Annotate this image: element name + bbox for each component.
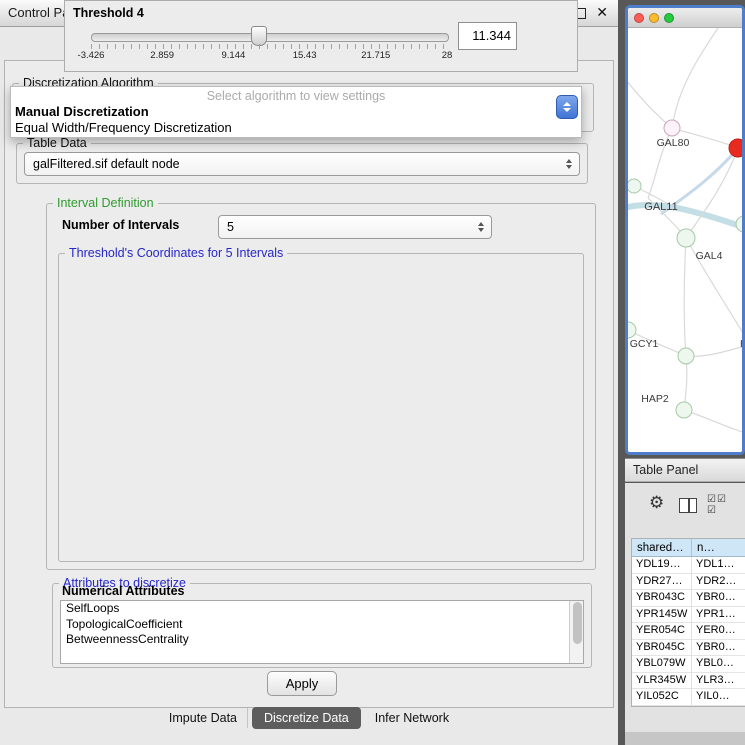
tab-impute-data[interactable]: Impute Data [159, 708, 248, 728]
thresholds-legend: Threshold's Coordinates for 5 Intervals [65, 246, 287, 260]
combo-stepper-icon [566, 159, 572, 169]
node-table: shared… n… YDL19…YDL1… YDR27…YDR2… YBR04… [631, 538, 745, 707]
node-label-gal11: GAL11 [644, 201, 677, 213]
node-label-gal80: GAL80 [657, 137, 690, 149]
tab-label: Impute Data [169, 711, 237, 725]
table-row[interactable]: YDL19…YDL1… [632, 557, 745, 574]
node-label-gal4: GAL4 [696, 250, 723, 262]
table-panel-body: ⚙ ☑☑ ☑ shared… n… YDL19…YDL1… YDR27…YDR2… [625, 483, 745, 732]
close-traffic-light[interactable] [634, 13, 644, 23]
node-hap2[interactable] [676, 402, 692, 418]
algorithm-combo-stepper[interactable] [556, 95, 578, 119]
tab-label: Discretize Data [264, 711, 349, 725]
tab-infer-network[interactable]: Infer Network [365, 708, 459, 728]
table-data-combo[interactable]: galFiltered.sif default node [24, 152, 580, 176]
number-of-intervals-value: 5 [219, 220, 478, 234]
threshold-4-label: Threshold 4 [73, 6, 144, 20]
column-visibility-icons[interactable]: ☑☑ ☑ [707, 494, 727, 516]
table-row[interactable]: YER054CYER0… [632, 623, 745, 640]
table-row[interactable]: YLR345WYLR3… [632, 673, 745, 690]
column-header-shared-name[interactable]: shared… [632, 539, 692, 557]
scrollbar-thumb[interactable] [573, 602, 582, 644]
table-panel-header: Table Panel [625, 458, 745, 482]
algorithm-option-equal-width[interactable]: Equal Width/Frequency Discretization [11, 120, 581, 136]
table-row[interactable]: YPR145WYPR1… [632, 607, 745, 624]
close-icon[interactable]: ✕ [596, 4, 608, 21]
table-data-legend: Table Data [23, 136, 91, 150]
network-graph: GAL80 GAL11 GAL4 GCY1 H HAP2 [628, 28, 742, 453]
threshold-4-slider-track[interactable] [91, 33, 449, 42]
number-of-intervals-combo[interactable]: 5 [218, 215, 492, 239]
numerical-attributes-label: Numerical Attributes [62, 584, 184, 598]
control-panel: Control Panel ✕ Network Style Select Cyn… [0, 0, 618, 745]
list-item[interactable]: TopologicalCoefficient [61, 617, 583, 633]
table-row[interactable]: YIL052CYIL0… [632, 689, 745, 706]
node[interactable] [736, 216, 742, 232]
network-canvas[interactable]: GAL80 GAL11 GAL4 GCY1 H HAP2 [628, 28, 742, 453]
tab-discretize-data[interactable]: Discretize Data [252, 707, 361, 729]
node-label-partial: H [740, 338, 742, 350]
table-panel-title: Table Panel [625, 459, 745, 481]
threshold-4-slider-handle[interactable] [251, 26, 267, 46]
threshold-4-value-field[interactable]: 11.344 [458, 22, 517, 50]
list-scrollbar[interactable] [569, 601, 583, 663]
arrow-up-icon [563, 102, 571, 106]
node-label-hap2: HAP2 [641, 393, 669, 405]
node-gal80[interactable] [664, 120, 680, 136]
table-row[interactable]: YBR043CYBR0… [632, 590, 745, 607]
cyni-bottom-tabbar: Impute Data Discretize Data Infer Networ… [0, 704, 618, 732]
gear-icon[interactable]: ⚙ [649, 493, 664, 513]
node[interactable] [678, 348, 694, 364]
list-item[interactable]: BetweennessCentrality [61, 632, 583, 648]
slider-scale-labels: -3.4262.859 9.14415.43 21.71528 [91, 50, 447, 62]
table-header-row: shared… n… [632, 539, 745, 557]
slider-ticks [91, 44, 448, 49]
table-row[interactable]: YBL079WYBL0… [632, 656, 745, 673]
column-header-name[interactable]: n… [692, 539, 745, 557]
zoom-traffic-light[interactable] [664, 13, 674, 23]
algorithm-placeholder: Select algorithm to view settings [11, 87, 581, 104]
table-row[interactable]: YBR045CYBR0… [632, 640, 745, 657]
node-selected-red[interactable] [729, 139, 742, 157]
tab-label: Infer Network [375, 711, 449, 725]
algorithm-dropdown: Select algorithm to view settings Manual… [10, 86, 582, 138]
minimize-traffic-light[interactable] [649, 13, 659, 23]
table-data-value: galFiltered.sif default node [25, 157, 566, 171]
node-label-gcy1: GCY1 [630, 338, 659, 350]
table-row[interactable]: YDR27…YDR2… [632, 574, 745, 591]
threshold-4-panel: Threshold 4 -3.4262.859 9.14415.43 21.71… [64, 0, 578, 72]
interval-definition-legend: Interval Definition [53, 196, 158, 210]
network-view-window: GAL80 GAL11 GAL4 GCY1 H HAP2 [625, 5, 745, 455]
node[interactable] [628, 179, 641, 193]
node-gcy1[interactable] [628, 322, 636, 338]
network-window-titlebar [628, 8, 742, 28]
arrow-down-icon [563, 108, 571, 112]
node-gal4[interactable] [677, 229, 695, 247]
number-of-intervals-label: Number of Intervals [62, 218, 179, 232]
list-item[interactable]: SelfLoops [61, 601, 583, 617]
combo-stepper-icon [478, 222, 484, 232]
columns-icon[interactable] [679, 498, 697, 513]
thresholds-group: Threshold's Coordinates for 5 Intervals [58, 246, 584, 562]
numerical-attributes-list: SelfLoops TopologicalCoefficient Between… [60, 600, 584, 664]
background-strip [625, 732, 745, 745]
apply-button[interactable]: Apply [267, 671, 337, 696]
algorithm-option-manual[interactable]: Manual Discretization [11, 104, 581, 120]
